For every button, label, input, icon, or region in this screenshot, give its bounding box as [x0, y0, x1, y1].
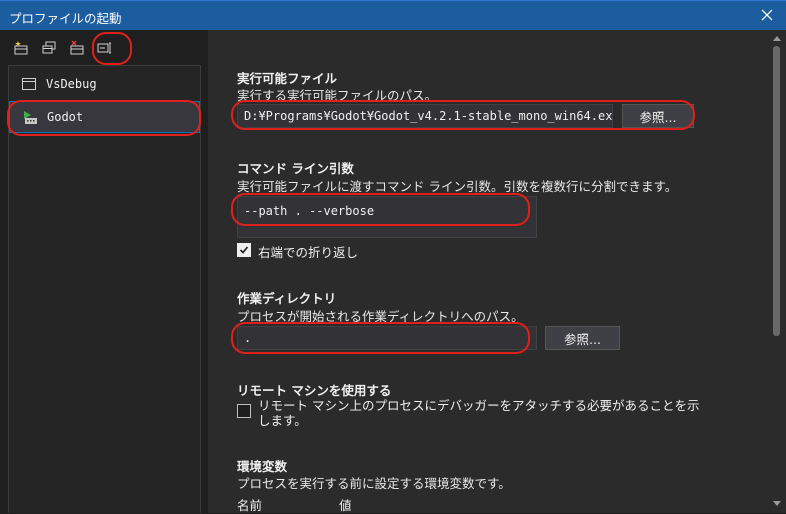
working-dir-browse-button[interactable]: 参照...	[545, 326, 620, 350]
working-dir-title: 作業ディレクトリ	[237, 291, 337, 306]
profile-item-godot[interactable]: Godot	[9, 101, 200, 133]
wrap-label: 右端での折り返し	[258, 245, 359, 260]
executable-description: 実行する実行可能ファイルのパス。	[237, 88, 438, 103]
wrap-checkbox[interactable]	[237, 243, 251, 257]
profile-pane: VsDebug Godot	[0, 30, 208, 513]
arguments-title: コマンド ライン引数	[237, 161, 354, 176]
remote-title: リモート マシンを使用する	[237, 383, 392, 398]
duplicate-profile-button[interactable]	[38, 37, 60, 59]
rename-profile-icon	[97, 42, 111, 54]
duplicate-profile-icon	[42, 41, 56, 54]
executable-input[interactable]: D:¥Programs¥Godot¥Godot_v4.2.1-stable_mo…	[237, 104, 613, 128]
env-col-name: 名前	[237, 498, 263, 513]
title-bar: プロファイルの起動	[0, 0, 786, 30]
arguments-input[interactable]: --path . --verbose	[237, 196, 537, 238]
close-button[interactable]	[754, 3, 780, 27]
window-icon	[21, 76, 37, 92]
remote-checkbox[interactable]	[237, 404, 251, 418]
remote-label-line1: リモート マシン上のプロセスにデバッガーをアタッチする必要があることを示	[258, 398, 700, 413]
new-profile-icon	[14, 41, 28, 55]
scroll-down-icon[interactable]	[772, 500, 782, 508]
working-dir-input[interactable]: .	[237, 326, 537, 350]
executable-browse-button[interactable]: 参照...	[622, 104, 694, 128]
profile-toolbar	[10, 37, 116, 59]
profile-label: VsDebug	[46, 77, 97, 91]
profile-label: Godot	[47, 110, 84, 124]
working-dir-description: プロセスが開始される作業ディレクトリへのパス。	[237, 309, 524, 324]
scroll-up-icon[interactable]	[772, 34, 782, 42]
remote-label: リモート マシン上のプロセスにデバッガーをアタッチする必要があることを示 します…	[258, 398, 768, 428]
rename-profile-button[interactable]	[94, 37, 116, 59]
checkmark-icon	[239, 246, 249, 254]
profile-list: VsDebug Godot	[8, 65, 201, 513]
delete-profile-button[interactable]	[66, 37, 88, 59]
profile-item-vsdebug[interactable]: VsDebug	[9, 68, 200, 100]
scroll-thumb[interactable]	[773, 46, 780, 336]
launch-profile-icon	[22, 109, 38, 125]
settings-pane: 実行可能ファイル 実行する実行可能ファイルのパス。 D:¥Programs¥Go…	[208, 30, 786, 513]
env-description: プロセスを実行する前に設定する環境変数です。	[237, 476, 511, 491]
new-profile-button[interactable]	[10, 37, 32, 59]
vertical-scrollbar[interactable]	[768, 30, 786, 513]
env-col-value: 値	[339, 498, 352, 513]
window-title: プロファイルの起動	[9, 11, 122, 26]
delete-profile-icon	[70, 40, 84, 55]
remote-label-line2: します。	[258, 413, 307, 428]
close-icon	[761, 9, 773, 21]
arguments-description: 実行可能ファイルに渡すコマンド ライン引数。引数を複数行に分割できます。	[237, 179, 678, 194]
